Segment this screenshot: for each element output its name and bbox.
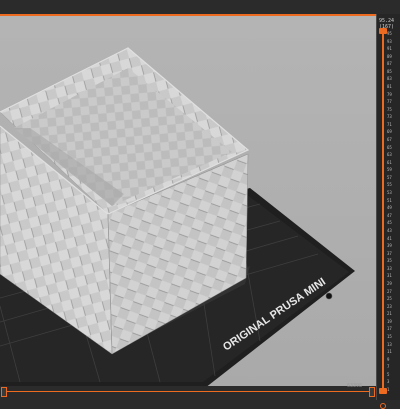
layer-tick-label: 95 (387, 31, 392, 36)
layer-tick-label: 3 (387, 379, 390, 385)
layer-tick-label: 25 (387, 296, 392, 302)
layer-tick-label: 91 (387, 46, 392, 52)
layer-tick-label: 17 (387, 326, 392, 332)
horizontal-slider-readout: 63398 (346, 383, 362, 389)
layer-tick-label: 35 (387, 258, 392, 264)
layer-slider-ticks: 95 93 91 89 87 85 83 81 79 77 75 73 71 69 67 65 63 61 59 57… (387, 32, 399, 394)
layer-slider-rail[interactable] (382, 32, 384, 394)
layer-tick-label: 27 (387, 288, 392, 294)
layer-tick-label: 49 (387, 205, 392, 211)
horizontal-slider-track[interactable] (6, 391, 370, 392)
layer-tick-label: 53 (387, 190, 392, 196)
layer-tick-label: 23 (387, 303, 392, 309)
layer-tick-label: 43 (387, 227, 392, 233)
layer-tick-label: 11 (387, 349, 392, 355)
layer-slider-lower-thumb[interactable] (379, 388, 387, 394)
layer-tick-label: 77 (387, 99, 392, 105)
layer-tick-label: 39 (387, 243, 392, 249)
layer-tick-label: 55 (387, 182, 392, 188)
layer-tick-label: 59 (387, 167, 392, 173)
layer-tick-label: 5 (387, 371, 390, 377)
layer-tick-label: 47 (387, 212, 392, 218)
layer-slider-upper-thumb[interactable] (379, 28, 387, 34)
layer-tick-label: 45 (387, 220, 392, 226)
layer-tick-label: 33 (387, 265, 392, 271)
layer-tick-label: 37 (387, 250, 392, 256)
layer-tick-label: 69 (387, 129, 392, 135)
layer-tick-label: 93 (387, 38, 392, 44)
layer-tick-label: 83 (387, 76, 392, 82)
layer-tick-label: 7 (387, 364, 390, 370)
3d-viewport[interactable]: ORIGINAL PRUSA MINI (0, 16, 376, 388)
layer-tick-label: 57 (387, 174, 392, 180)
layer-tick-label: 89 (387, 53, 392, 59)
top-toolbar (0, 0, 400, 16)
layer-tick-label: 61 (387, 159, 392, 165)
layer-tick-label: 41 (387, 235, 392, 241)
layer-tick-label: 29 (387, 280, 392, 286)
settings-cog-icon[interactable] (380, 403, 386, 409)
layer-tick-label: 15 (387, 333, 392, 339)
layer-tick-label: 21 (387, 311, 392, 317)
horizontal-slider-right-handle[interactable] (369, 387, 375, 397)
layer-tick-label: 9 (387, 356, 390, 362)
bed-mount-hole (325, 292, 333, 300)
layer-tick-label: 81 (387, 84, 392, 90)
layer-tick-label: 87 (387, 61, 392, 67)
layer-tick-label: 51 (387, 197, 392, 203)
horizontal-slider-left-handle[interactable] (1, 387, 7, 397)
layer-tick-label: 67 (387, 137, 392, 143)
layer-tick-label: 65 (387, 144, 392, 150)
layer-tick-label: 85 (387, 68, 392, 74)
layer-tick-label: 13 (387, 341, 392, 347)
horizontal-move-slider[interactable]: 63398 (0, 383, 376, 400)
layer-tick-label: 79 (387, 91, 392, 97)
layer-slider[interactable]: 95.24 (167) 95 93 91 89 87 85 83 81 79 77 75 73 71 69… (376, 14, 400, 409)
layer-tick-label: 71 (387, 121, 392, 127)
layer-tick-label: 19 (387, 318, 392, 324)
layer-tick-label: 75 (387, 106, 392, 112)
layer-tick-label: 1 (387, 387, 390, 392)
layer-tick-label: 31 (387, 273, 392, 279)
layer-tick-label: 73 (387, 114, 392, 120)
layer-tick-label: 63 (387, 152, 392, 158)
